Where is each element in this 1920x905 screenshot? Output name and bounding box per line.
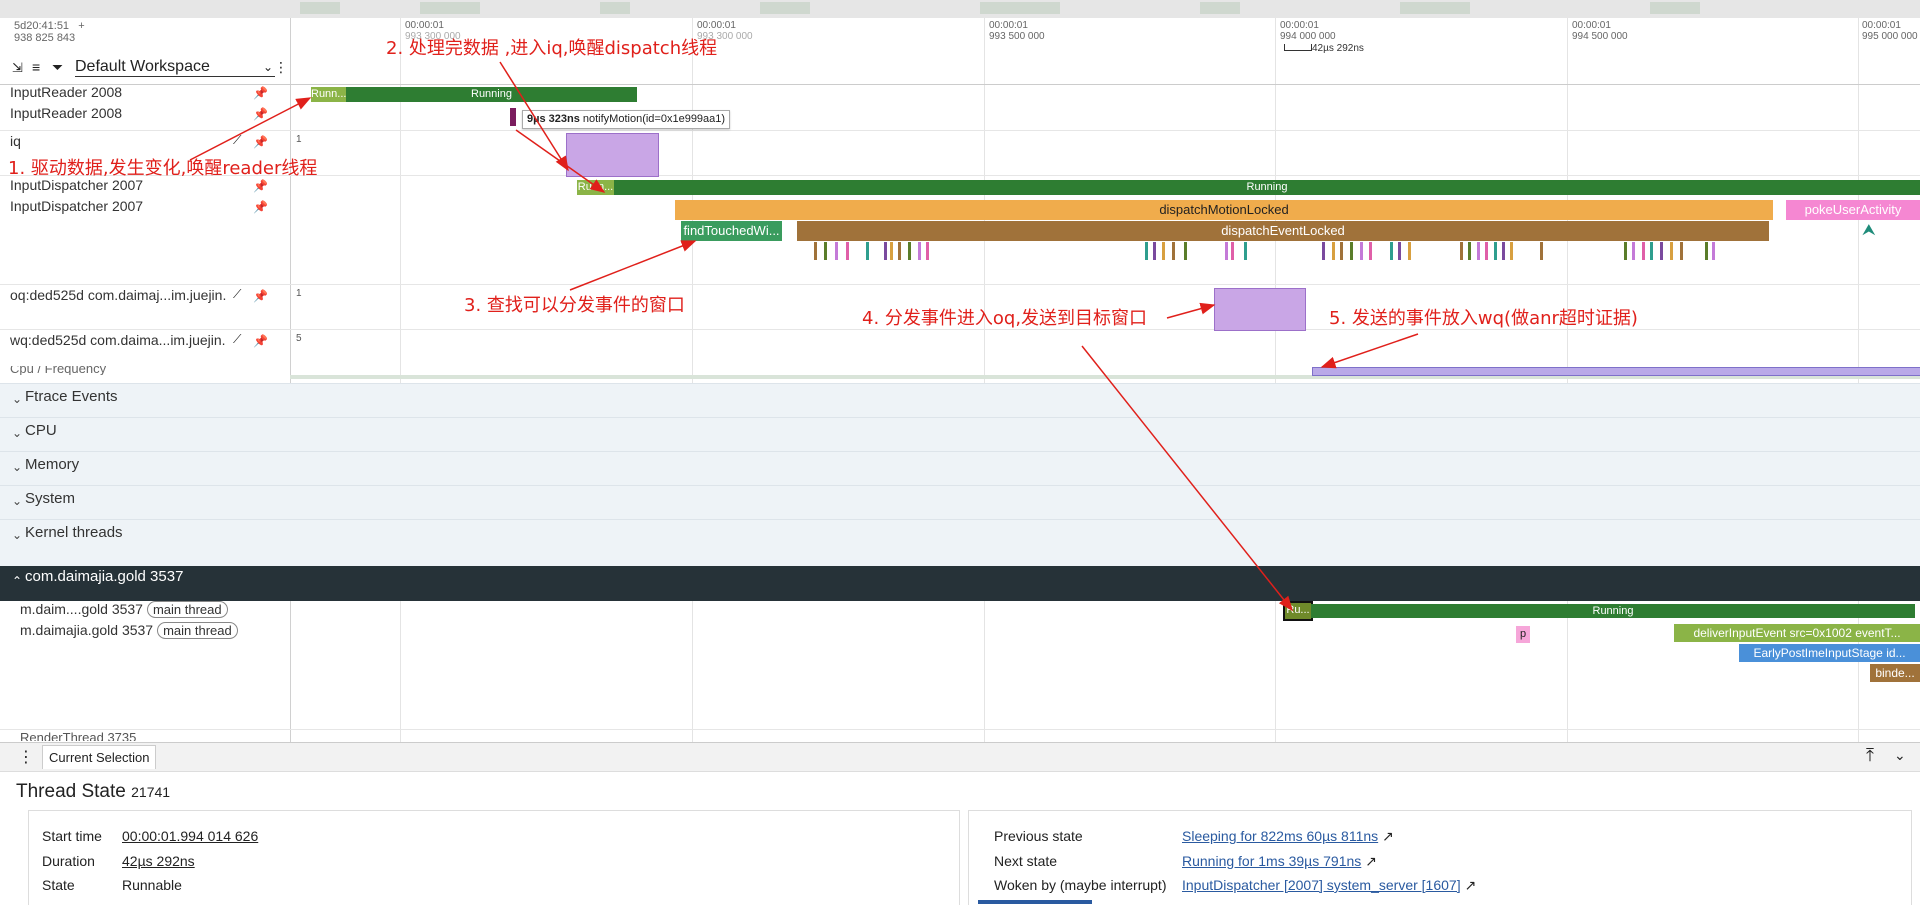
state-label: State	[42, 877, 75, 893]
open-link-icon: ↗	[1382, 828, 1394, 844]
details-title: Thread State 21741	[16, 781, 171, 802]
details-panel: ⋮ Current Selection ⤒ ⌄ Thread State 217…	[0, 742, 1920, 905]
start-time-link[interactable]: 00:00:01.994 014 626	[122, 828, 258, 844]
previous-state-link[interactable]: Sleeping for 822ms 60µs 811ns ↗	[1182, 828, 1394, 845]
duration-link[interactable]: 42µs 292ns	[122, 853, 195, 869]
more-vert-icon[interactable]: ⋮	[18, 747, 34, 767]
start-time-label: Start time	[42, 828, 102, 844]
open-link-icon: ↗	[1464, 877, 1477, 893]
arrow-1	[189, 97, 312, 161]
previous-state-label: Previous state	[994, 828, 1083, 844]
arrow-2b	[515, 129, 606, 193]
arrow-3	[569, 240, 697, 291]
chevron-down-icon[interactable]: ⌄	[1894, 747, 1906, 764]
duration-label: Duration	[42, 853, 95, 869]
details-scroll-indicator	[978, 900, 1092, 904]
details-tabbar: ⋮ Current Selection ⤒ ⌄	[0, 743, 1920, 772]
open-link-icon: ↗	[1365, 853, 1377, 869]
state-value: Runnable	[122, 877, 182, 893]
arrow-5	[1320, 333, 1419, 369]
arrow-2a	[499, 61, 569, 172]
arrow-4b	[1081, 345, 1293, 612]
next-state-link[interactable]: Running for 1ms 39µs 791ns ↗	[1182, 853, 1377, 870]
arrow-4	[1166, 302, 1216, 319]
maximize-panel-icon[interactable]: ⤒	[1866, 745, 1874, 766]
woken-by-label: Woken by (maybe interrupt)	[994, 877, 1167, 893]
woken-by-link[interactable]: InputDispatcher [2007] system_server [16…	[1182, 877, 1476, 894]
next-state-label: Next state	[994, 853, 1058, 869]
tab-current-selection[interactable]: Current Selection	[42, 745, 157, 769]
